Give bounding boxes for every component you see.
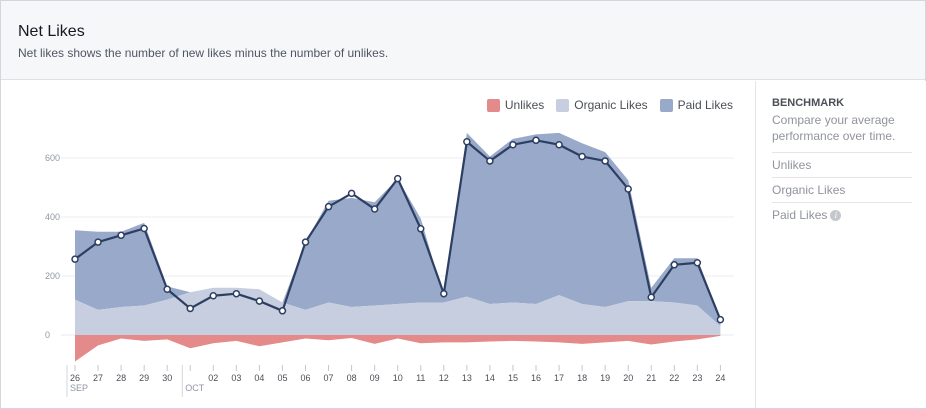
net-likes-point: [71, 255, 79, 263]
net-likes-point: [693, 258, 702, 267]
net-likes-point: [370, 205, 379, 213]
x-tick-label: 02: [208, 373, 218, 383]
net-likes-point: [716, 315, 725, 324]
benchmark-item-label: Organic Likes: [772, 183, 846, 197]
y-tick-label: 0: [45, 330, 50, 340]
net-likes-point: [601, 157, 609, 165]
x-tick-label: 10: [393, 373, 403, 383]
x-tick-label: 30: [162, 373, 172, 383]
net-likes-panel: Net Likes Net likes shows the number of …: [0, 0, 926, 409]
x-tick-label: 19: [600, 373, 610, 383]
net-likes-point: [624, 185, 632, 193]
net-likes-point: [647, 293, 655, 301]
x-tick-label: 12: [439, 373, 449, 383]
x-tick-label: 04: [254, 373, 264, 383]
net-likes-point: [301, 238, 310, 246]
x-tick-label: 05: [277, 373, 287, 383]
x-tick-label: 09: [370, 373, 380, 383]
x-tick-label: 27: [93, 373, 103, 383]
x-tick-label: 16: [531, 373, 541, 383]
net-likes-point: [578, 152, 586, 161]
net-likes-point: [163, 285, 171, 294]
x-tick-label: 07: [324, 373, 334, 383]
benchmark-description: Compare your average performance over ti…: [772, 113, 896, 143]
net-likes-point: [347, 189, 356, 198]
net-likes-chart: 0 200 400 600 26 27 28 29 30 02 03 04 05 06 07 08 09 10 11…: [45, 132, 734, 397]
month-label: SEP: [70, 383, 88, 393]
benchmark-title: BENCHMARK: [772, 97, 845, 109]
info-icon[interactable]: i: [830, 210, 842, 221]
benchmark-item-unlikes[interactable]: Unlikes: [772, 152, 912, 177]
net-likes-point: [209, 292, 218, 300]
x-tick-label: 06: [300, 373, 310, 383]
y-tick-label: 600: [45, 153, 60, 163]
net-likes-point: [532, 136, 540, 145]
x-tick-label: 15: [508, 373, 518, 383]
net-likes-point: [670, 261, 679, 269]
panel-header: Net Likes Net likes shows the number of …: [1, 1, 925, 80]
x-tick-label: 17: [554, 373, 564, 383]
net-likes-point: [555, 140, 563, 149]
x-tick-label: 20: [623, 373, 633, 383]
net-likes-point: [278, 307, 287, 315]
x-tick-label: 22: [669, 373, 679, 383]
x-tick-label: 11: [416, 373, 425, 383]
series-area-paid-likes: [75, 132, 721, 327]
net-likes-point: [486, 157, 494, 165]
x-tick-label: 21: [646, 373, 656, 383]
y-tick-label: 400: [45, 212, 60, 222]
net-likes-point: [509, 140, 517, 149]
benchmark-item-label: Unlikes: [772, 158, 812, 172]
x-tick-label: 24: [715, 373, 725, 383]
net-likes-point: [186, 304, 194, 313]
x-tick-label: 18: [577, 373, 587, 383]
page-title: Net Likes: [18, 23, 85, 40]
net-likes-point: [324, 202, 333, 211]
net-likes-point: [417, 225, 425, 233]
benchmark-item-label: Paid Likes: [772, 208, 828, 222]
benchmark-item-paid-likes[interactable]: Paid Likes i: [772, 202, 912, 227]
x-tick-label: 29: [139, 373, 149, 383]
net-likes-point: [463, 138, 471, 146]
x-tick-label: 13: [462, 373, 472, 383]
net-likes-point: [232, 289, 241, 298]
benchmark-sidebar: BENCHMARK Compare your average performan…: [755, 81, 926, 408]
x-tick-label: 28: [116, 373, 126, 383]
x-tick-label: 03: [231, 373, 241, 383]
net-likes-point: [255, 297, 264, 305]
x-tick-label: 08: [347, 373, 357, 383]
y-tick-label: 200: [45, 271, 60, 281]
x-tick-label: 26: [70, 373, 80, 383]
net-likes-point: [393, 174, 402, 183]
month-label: OCT: [185, 383, 205, 393]
x-tick-label: 14: [485, 373, 495, 383]
series-area-unlikes: [75, 335, 721, 362]
x-tick-label: 23: [692, 373, 702, 383]
benchmark-item-organic-likes[interactable]: Organic Likes: [772, 177, 912, 202]
net-likes-point: [94, 238, 102, 246]
net-likes-point: [117, 231, 125, 240]
net-likes-point: [140, 224, 148, 233]
net-likes-point: [440, 289, 448, 298]
page-subtitle: Net likes shows the number of new likes …: [18, 46, 389, 60]
